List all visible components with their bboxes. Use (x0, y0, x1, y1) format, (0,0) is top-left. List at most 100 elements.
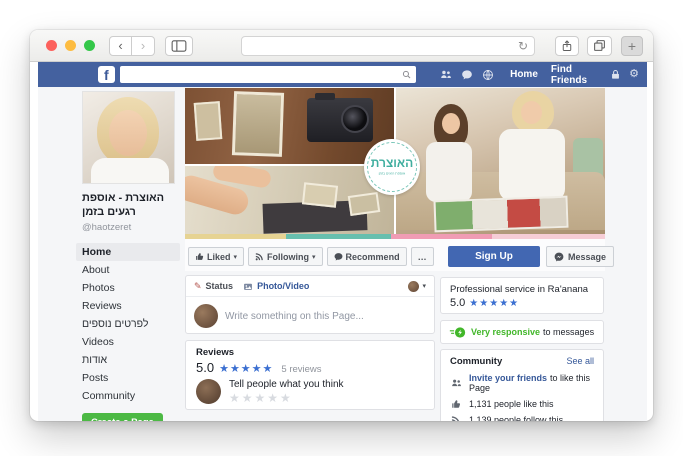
status-label: Status (205, 281, 234, 291)
page-profile-photo[interactable] (82, 91, 175, 184)
avatar (194, 304, 218, 328)
sidebar-item-community[interactable]: Community (76, 387, 180, 405)
service-stars: ★★★★★ (469, 298, 520, 309)
following-rss-icon (255, 253, 263, 261)
tab-photo-video[interactable]: Photo/Video (243, 281, 309, 291)
photo-icon (244, 283, 252, 290)
new-tab-button[interactable]: + (621, 35, 643, 56)
invite-friends-link[interactable]: Invite your friends (469, 373, 547, 383)
badge-ring (367, 142, 417, 192)
community-invite-row: Invite your friends to like this Page (450, 373, 594, 393)
page-title[interactable]: האוצרת - אוספת רגעים בזמן (82, 191, 178, 220)
facebook-logo[interactable]: f (98, 66, 115, 83)
sign-up-button[interactable]: Sign Up (448, 246, 540, 267)
share-icon (562, 39, 572, 51)
sidebar-item-photos[interactable]: Photos (76, 279, 180, 297)
response-bolt-icon (449, 326, 466, 338)
close-window-button[interactable] (46, 40, 57, 51)
tabs-overview-button[interactable] (587, 35, 612, 56)
find-friends-link[interactable]: Find Friends (551, 64, 610, 86)
messages-icon[interactable] (461, 69, 473, 81)
avatar (196, 379, 221, 404)
rss-icon (450, 415, 462, 421)
responsive-rest: to messages (543, 327, 595, 337)
service-text: Professional service in Ra'anana (450, 284, 589, 295)
thumb-up-icon (450, 399, 462, 409)
service-score: 5.0 (450, 297, 466, 309)
speech-bubble-icon (334, 253, 342, 261)
cover-photo-hands-with-photos[interactable] (185, 166, 394, 234)
reload-icon[interactable]: ↻ (518, 39, 528, 53)
sidebar-item-about[interactable]: About (76, 261, 180, 279)
forward-button[interactable]: › (132, 35, 155, 56)
sidebar-item-reviews[interactable]: Reviews (76, 297, 180, 315)
recommend-label: Recommend (345, 251, 400, 262)
following-button[interactable]: Following ▾ (248, 247, 323, 266)
notifications-globe-icon[interactable] (482, 69, 494, 81)
settings-gear-icon[interactable]: ⚙ (629, 69, 639, 80)
tab-status[interactable]: ✎ Status (194, 281, 233, 291)
badge-subtitle: אוספת רגעים בזמן (378, 171, 406, 176)
community-likes-row: 1,131 people like this (450, 399, 594, 409)
reviews-stars: ★★★★★ (219, 363, 274, 375)
profile-photo-shape (91, 158, 169, 183)
reviews-title: Reviews (196, 347, 235, 358)
community-card: Community See all Invite your friends to … (440, 349, 604, 421)
profile-photo-shape (109, 110, 147, 156)
sidebar-item-home[interactable]: Home (76, 242, 180, 261)
review-rating-input[interactable]: ★★★★★ (229, 391, 344, 405)
pencil-icon: ✎ (194, 280, 202, 291)
more-actions-button[interactable]: … (410, 247, 434, 266)
composer-identity-switcher[interactable]: ▾ (408, 280, 426, 292)
sidebar-item-odot[interactable]: אודות (76, 351, 180, 369)
service-rating-card: Professional service in Ra'anana 5.0 ★★★… (440, 277, 604, 314)
page-handle: @haotzeret (82, 221, 132, 233)
traffic-lights (46, 40, 95, 51)
facebook-header: f Home Find Friends ⚙ (38, 62, 647, 87)
sidebar-item-posts[interactable]: Posts (76, 369, 180, 387)
facebook-page: האוצרת - אוספת רגעים בזמן @haotzeret Hom… (38, 87, 647, 421)
status-input[interactable]: Write something on this Page... (225, 311, 364, 322)
minimize-window-button[interactable] (65, 40, 76, 51)
chevron-down-icon: ▾ (422, 283, 426, 290)
reviews-count-link[interactable]: 5 reviews (281, 364, 321, 375)
page-logo-badge: האוצרת אוספת רגעים בזמן (364, 139, 420, 195)
facebook-search-input[interactable] (119, 66, 417, 83)
message-button[interactable]: Message (546, 246, 615, 267)
address-bar[interactable]: ↻ (241, 35, 535, 56)
see-all-link[interactable]: See all (566, 356, 594, 366)
zoom-window-button[interactable] (84, 40, 95, 51)
sidebar-toggle-button[interactable] (165, 35, 193, 56)
chevron-down-icon: ▾ (233, 253, 238, 261)
cover-photo-mother-daughter-album[interactable] (396, 88, 605, 234)
sidebar-item-more-details[interactable]: לפרטים נוספים (76, 315, 180, 333)
privacy-lock-icon[interactable] (610, 69, 621, 80)
review-prompt: Tell people what you think (229, 379, 344, 390)
back-button[interactable]: ‹ (109, 35, 132, 56)
sidebar-item-videos[interactable]: Videos (76, 333, 180, 351)
status-composer: ✎ Status Photo/Video ▾ Write something o… (185, 275, 435, 334)
share-button[interactable] (555, 35, 579, 56)
create-a-page-button[interactable]: Create a Page (82, 412, 163, 421)
friend-requests-icon[interactable] (440, 69, 452, 81)
people-icon (450, 378, 462, 388)
community-title: Community (450, 356, 503, 367)
facebook-home-link[interactable]: Home (510, 69, 538, 80)
thumb-up-icon (196, 253, 204, 260)
chevron-down-icon: ▾ (312, 253, 316, 261)
likes-count: 1,131 people like this (469, 399, 554, 409)
sidebar-icon (171, 39, 187, 52)
responsiveness-card: Very responsive to messages (440, 320, 604, 344)
community-follows-row: 1,139 people follow this (450, 415, 594, 421)
follows-count: 1,139 people follow this (469, 415, 564, 421)
avatar (408, 280, 420, 292)
cover-photo-old-photos-camera[interactable] (185, 88, 394, 164)
reviews-section: Reviews 5.0 ★★★★★ 5 reviews Tell people … (185, 340, 435, 410)
cover-color-stripe (185, 234, 605, 239)
liked-button[interactable]: Liked ▾ (188, 247, 245, 266)
tabs-icon (594, 40, 605, 51)
following-label: Following (267, 251, 310, 262)
recommend-button[interactable]: Recommend (326, 247, 407, 266)
photo-video-label: Photo/Video (257, 281, 310, 291)
liked-label: Liked (207, 251, 231, 262)
